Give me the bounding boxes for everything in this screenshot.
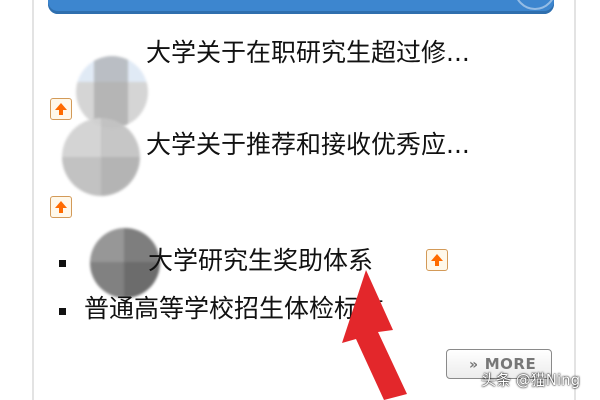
watermark: 头条 @猫Ning [481,371,581,389]
news-link[interactable]: 大学关于在职研究生超过修... [146,38,470,68]
double-chevron-right-icon: » [468,357,479,373]
bullet-icon [59,308,66,315]
news-link[interactable]: 大学关于推荐和接收优秀应... [146,130,470,160]
bullet-icon [59,260,66,267]
top-up-icon[interactable] [50,98,72,120]
blurred-avatar [62,118,140,196]
blue-header-tab[interactable] [48,0,556,14]
top-up-icon[interactable] [50,196,72,218]
page-canvas: 大学关于在职研究生超过修... 大学关于推荐和接收优秀应... 大学研究生奖助体… [0,0,600,400]
annotation-arrow-icon [342,270,407,400]
header-circle-icon [514,0,556,10]
blurred-avatar [76,56,148,128]
